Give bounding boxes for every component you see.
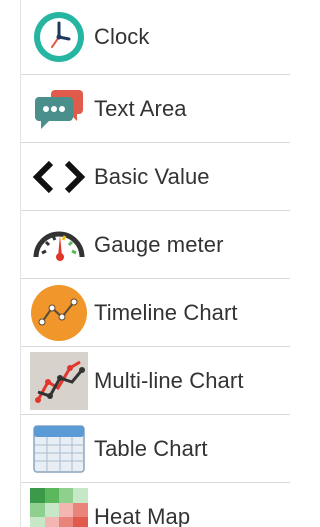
widget-label-clock: Clock xyxy=(94,24,150,49)
timeline-chart-icon xyxy=(30,284,88,342)
table-chart-icon xyxy=(30,420,88,478)
widget-list: Clock Text Area Basic Value Gauge meter … xyxy=(21,0,290,527)
widget-label-text-area: Text Area xyxy=(94,95,187,121)
clock-icon xyxy=(30,8,88,66)
widget-item-text-area[interactable]: Text Area xyxy=(21,75,290,143)
code-brackets-icon xyxy=(30,148,88,206)
widget-item-table-chart[interactable]: Table Chart xyxy=(21,415,290,483)
widget-label-multi-line-chart: Multi-line Chart xyxy=(94,367,244,393)
gauge-icon xyxy=(30,216,88,274)
widget-item-gauge-meter[interactable]: Gauge meter xyxy=(21,211,290,279)
widget-item-clock[interactable]: Clock xyxy=(21,0,290,75)
multi-line-chart-icon xyxy=(30,351,88,410)
widget-panel: Clock Text Area Basic Value Gauge meter … xyxy=(20,0,290,527)
widget-label-basic-value: Basic Value xyxy=(94,163,210,189)
heat-map-icon xyxy=(30,487,88,527)
widget-item-multi-line-chart[interactable]: Multi-line Chart xyxy=(21,347,290,415)
widget-item-heat-map[interactable]: Heat Map xyxy=(21,483,290,527)
widget-item-timeline-chart[interactable]: Timeline Chart xyxy=(21,279,290,347)
widget-label-table-chart: Table Chart xyxy=(94,435,208,461)
widget-label-gauge-meter: Gauge meter xyxy=(94,231,224,257)
widget-label-timeline-chart: Timeline Chart xyxy=(94,299,238,325)
widget-item-basic-value[interactable]: Basic Value xyxy=(21,143,290,211)
widget-label-heat-map: Heat Map xyxy=(94,503,191,527)
chat-bubbles-icon xyxy=(30,80,88,138)
